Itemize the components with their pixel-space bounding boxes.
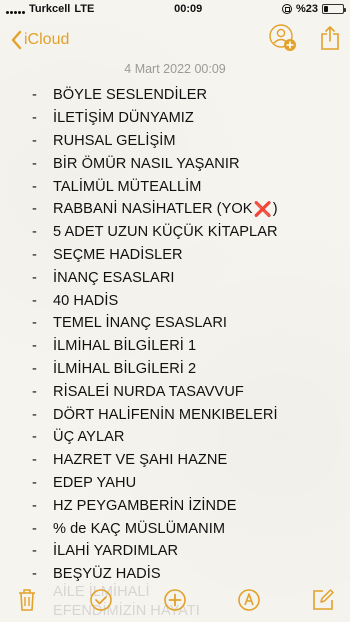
note-line: - İLMİHAL BİLGİLERİ 2 xyxy=(32,358,342,381)
add-person-button[interactable] xyxy=(268,23,298,58)
network-type: LTE xyxy=(74,3,95,15)
note-line-text: SEÇME HADİSLER xyxy=(53,246,183,263)
note-line-text: BİR ÖMÜR NASIL YAŞANIR xyxy=(53,155,240,172)
note-line: - TEMEL İNANÇ ESASLARI xyxy=(32,312,342,335)
signal-icon xyxy=(6,5,25,14)
add-button[interactable] xyxy=(162,587,188,613)
bullet-dash: - xyxy=(32,315,37,332)
note-line-text: TEMEL İNANÇ ESASLARI xyxy=(53,315,228,332)
note-line-text: RABBANİ NASİHATLER (YOK xyxy=(53,201,253,218)
bullet-dash: - xyxy=(32,178,37,195)
note-line: - RUHSAL GELİŞİM xyxy=(32,130,342,153)
note-line-text: HZ PEYGAMBERİN İZİNDE xyxy=(53,497,237,514)
status-time: 00:09 xyxy=(174,3,203,15)
note-line: - RABBANİ NASİHATLER (YOK ❌) xyxy=(32,198,342,221)
note-line: - HAZRET VE ŞAHI HAZNE xyxy=(32,449,342,472)
chevron-left-icon xyxy=(11,30,22,50)
note-line: - İLAHİ YARDIMLAR xyxy=(32,540,342,563)
checklist-icon xyxy=(90,589,112,611)
note-line: -5 ADET UZUN KÜÇÜK KİTAPLAR xyxy=(32,221,342,244)
note-line-text: RUHSAL GELİŞİM xyxy=(53,132,176,149)
note-date: 4 Mart 2022 00:09 xyxy=(124,62,226,76)
orientation-lock-icon xyxy=(281,4,292,14)
bullet-dash: - xyxy=(32,360,37,377)
note-line: - İLMİHAL BİLGİLERİ 1 xyxy=(32,335,342,358)
bullet-dash: - xyxy=(32,474,37,491)
note-line-text: İLETİŞİM DÜNYAMIZ xyxy=(53,110,194,127)
share-icon xyxy=(321,25,339,50)
note-line-text: DÖRT HALİFENİN MENKIBELERİ xyxy=(53,406,278,423)
note-line-text: RİSALEİ NURDA TASAVVUF xyxy=(53,383,244,400)
back-label: iCloud xyxy=(24,31,70,48)
note-line-text: EDEP YAHU xyxy=(53,474,137,491)
note-line: - ÜÇ AYLAR xyxy=(32,426,342,449)
note-line-text: İLMİHAL BİLGİLERİ 2 xyxy=(53,360,197,377)
bottom-toolbar xyxy=(0,578,350,622)
note-line: - SEÇME HADİSLER xyxy=(32,244,342,267)
markup-button[interactable] xyxy=(236,587,262,613)
back-button[interactable]: iCloud xyxy=(10,30,69,50)
note-line-text: İLMİHAL BİLGİLERİ 1 xyxy=(53,338,197,355)
status-bar: Turkcell LTE 00:09 %23 xyxy=(0,0,350,18)
note-line: - RİSALEİ NURDA TASAVVUF xyxy=(32,380,342,403)
bullet-dash: - xyxy=(32,269,37,286)
note-line-text: 5 ADET UZUN KÜÇÜK KİTAPLAR xyxy=(53,224,278,241)
checklist-button[interactable] xyxy=(88,587,114,613)
nav-actions xyxy=(268,23,340,58)
add-person-icon xyxy=(269,23,296,51)
bullet-dash: - xyxy=(32,406,37,423)
bullet-dash: - xyxy=(32,520,37,537)
battery-percent: %23 xyxy=(295,3,318,15)
bullet-dash: - xyxy=(32,383,37,400)
nav-bar: iCloud xyxy=(0,20,350,60)
note-line: -% de KAÇ MÜSLÜMANIM xyxy=(32,517,342,540)
bullet-dash: - xyxy=(32,246,37,263)
bullet-dash: - xyxy=(32,292,37,309)
share-button[interactable] xyxy=(320,25,340,56)
status-right: %23 xyxy=(281,3,346,15)
trash-icon xyxy=(19,589,35,611)
note-line: - BİR ÖMÜR NASIL YAŞANIR xyxy=(32,152,342,175)
cross-mark-icon: ❌ xyxy=(253,202,272,219)
note-line-text: 40 HADİS xyxy=(53,292,119,309)
bullet-dash: - xyxy=(32,338,37,355)
note-line-text: % de KAÇ MÜSLÜMANIM xyxy=(53,520,226,537)
note-line: - BÖYLE SESLENDİLER xyxy=(32,84,342,107)
note-line: -40 HADİS xyxy=(32,289,342,312)
compose-icon xyxy=(313,589,334,610)
bullet-dash: - xyxy=(32,110,37,127)
bullet-dash: - xyxy=(32,429,37,446)
add-icon xyxy=(164,589,186,611)
compose-button[interactable] xyxy=(310,587,336,613)
bullet-dash: - xyxy=(32,452,37,469)
note-body[interactable]: - BÖYLE SESLENDİLER - İLETİŞİM DÜNYAMIZ - RUH… xyxy=(32,84,342,586)
bullet-dash: - xyxy=(32,497,37,514)
note-line: - İLETİŞİM DÜNYAMIZ xyxy=(32,107,342,130)
delete-button[interactable] xyxy=(14,587,40,613)
bullet-dash: - xyxy=(32,224,37,241)
battery-level xyxy=(323,6,329,12)
note-line-suffix: ) xyxy=(272,201,278,218)
battery-icon xyxy=(321,4,346,14)
note-line-text: HAZRET VE ŞAHI HAZNE xyxy=(53,452,228,469)
bullet-dash: - xyxy=(32,87,37,104)
note-line: - TALİMÜL MÜTEALLİM xyxy=(32,175,342,198)
note-line-text: İLAHİ YARDIMLAR xyxy=(53,543,179,560)
note-line: - DÖRT HALİFENİN MENKIBELERİ xyxy=(32,403,342,426)
carrier-name: Turkcell xyxy=(29,3,71,15)
status-left: Turkcell LTE xyxy=(6,3,94,15)
markup-icon xyxy=(238,589,260,611)
bullet-dash: - xyxy=(32,201,37,218)
bullet-dash: - xyxy=(32,543,37,560)
note-line-text: BÖYLE SESLENDİLER xyxy=(53,87,208,104)
note-line: - HZ PEYGAMBERİN İZİNDE xyxy=(32,494,342,517)
bullet-dash: - xyxy=(32,132,37,149)
note-line-text: İNANÇ ESASLARI xyxy=(53,269,175,286)
note-line: - EDEP YAHU xyxy=(32,472,342,495)
note-line-text: TALİMÜL MÜTEALLİM xyxy=(53,178,202,195)
note-line: - İNANÇ ESASLARI xyxy=(32,266,342,289)
note-line-text: ÜÇ AYLAR xyxy=(53,429,125,446)
bullet-dash: - xyxy=(32,155,37,172)
